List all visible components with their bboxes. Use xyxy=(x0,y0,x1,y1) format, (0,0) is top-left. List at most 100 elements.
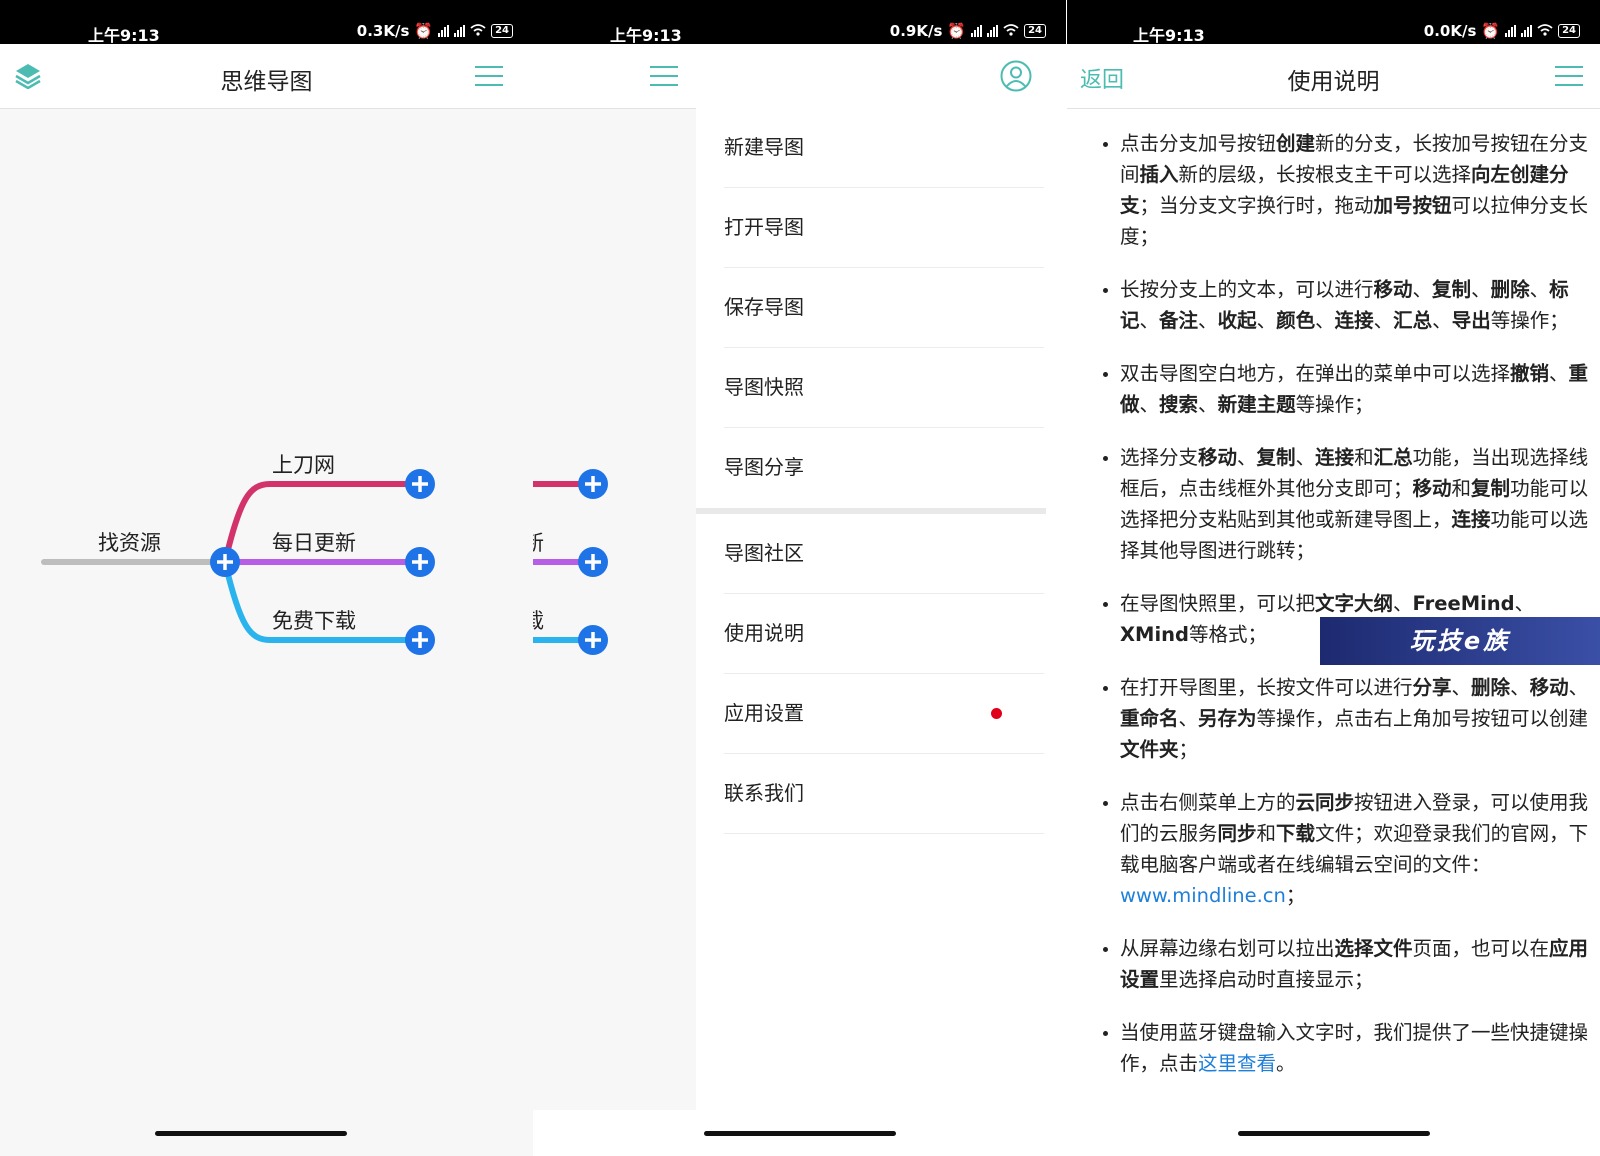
status-time: 上午9:13 xyxy=(88,26,160,45)
instruction-keyword: 移动 xyxy=(1198,446,1238,469)
instruction-keyword: 删除 xyxy=(1471,676,1511,699)
instruction-keyword: 连接 xyxy=(1451,508,1491,531)
menu-icon[interactable] xyxy=(650,66,678,88)
instruction-text: ；当分支文字换行时，拖动 xyxy=(1139,194,1374,217)
instruction-keyword: XMind xyxy=(1120,623,1189,646)
menu-item-settings[interactable]: 应用设置 xyxy=(724,674,1044,754)
peek-label: 载 xyxy=(533,609,544,633)
menu-item-community[interactable]: 导图社区 xyxy=(724,514,1044,594)
gesture-bar xyxy=(1067,1110,1600,1156)
instruction-text: 、 xyxy=(1315,309,1335,332)
instruction-text: 、 xyxy=(1373,309,1394,332)
branch-plus-button-1[interactable] xyxy=(405,469,435,499)
instruction-text: 等操作； xyxy=(1295,393,1374,416)
instruction-text: 。 xyxy=(1276,1052,1296,1075)
instruction-keyword: 创建 xyxy=(1276,132,1316,155)
branch-plus-button-2[interactable] xyxy=(405,547,435,577)
instruction-keyword: 复制 xyxy=(1256,446,1296,469)
branch-node-2[interactable]: 每日更新 xyxy=(272,527,356,557)
signal-icon xyxy=(987,25,999,37)
instruction-text: 和 xyxy=(1354,446,1374,469)
signal-icon xyxy=(1505,25,1517,37)
branch-plus-button-2 xyxy=(578,547,608,577)
status-bar: 上午9:13 0.3K/s ⏰ 24 xyxy=(0,0,533,45)
mindmap-peek xyxy=(533,469,608,655)
instruction-keyword: 选择文件 xyxy=(1334,937,1413,960)
instruction-text: 、 xyxy=(1568,676,1589,699)
instruction-keyword: 新建主题 xyxy=(1217,393,1296,416)
instruction-link[interactable]: 这里查看 xyxy=(1198,1052,1276,1075)
gesture-bar xyxy=(0,1110,533,1156)
wifi-icon xyxy=(470,22,486,40)
instruction-link[interactable]: www.mindline.cn xyxy=(1120,884,1286,907)
signal-icon xyxy=(971,25,983,37)
app-bar: 返回 使用说明 xyxy=(1067,44,1600,109)
app-bar: 思维导图 xyxy=(0,44,533,109)
instruction-keyword: 汇总 xyxy=(1373,446,1413,469)
menu-item-new-map[interactable]: 新建导图 xyxy=(724,108,1044,188)
status-bar: 上午9:13 0.9K/s ⏰ 24 xyxy=(533,0,1066,45)
instructions-content: 点击分支加号按钮创建新的分支，长按加号按钮在分支间插入新的层级，长按根支主干可以… xyxy=(1095,128,1595,1101)
instruction-text: 等格式； xyxy=(1188,623,1267,646)
instruction-keyword: 插入 xyxy=(1139,163,1179,186)
mindmap-canvas[interactable] xyxy=(0,108,533,1108)
notification-dot xyxy=(991,708,1002,719)
instruction-keyword: 撤销 xyxy=(1510,362,1550,385)
instruction-item: 双击导图空白地方，在弹出的菜单中可以选择撤销、重做、搜索、新建主题等操作； xyxy=(1120,358,1595,420)
instruction-item: 长按分支上的文本，可以进行移动、复制、删除、标记、备注、收起、颜色、连接、汇总、… xyxy=(1120,274,1595,336)
instruction-text: 当使用蓝牙键盘输入文字时，我们提供了一些快捷键操作，点击 xyxy=(1120,1021,1589,1075)
instruction-keyword: 重命名 xyxy=(1120,707,1179,730)
instruction-text: 、 xyxy=(1471,278,1491,301)
instruction-text: 和 xyxy=(1451,477,1472,500)
signal-icon xyxy=(454,25,466,37)
instruction-keyword: 收起 xyxy=(1217,309,1257,332)
instruction-keyword: 云同步 xyxy=(1295,791,1355,814)
drawer-screen: 上午9:13 0.9K/s ⏰ 24 新 载 新建导图 打开导图 保存导图 导图… xyxy=(533,0,1066,1156)
instruction-keyword: 备注 xyxy=(1159,309,1199,332)
instruction-text: 在导图快照里，可以把 xyxy=(1120,592,1316,615)
instruction-keyword: 删除 xyxy=(1490,278,1530,301)
menu-item-contact[interactable]: 联系我们 xyxy=(724,754,1044,834)
menu-icon[interactable] xyxy=(475,66,503,88)
page-title: 使用说明 xyxy=(1287,69,1380,95)
root-plus-button[interactable] xyxy=(210,547,240,577)
menu-item-open-map[interactable]: 打开导图 xyxy=(724,188,1044,268)
mindmap-screen: 上午9:13 0.3K/s ⏰ 24 思维导图 找资源 上刀网 每日更新 免费下… xyxy=(0,0,533,1156)
instruction-text: 选择分支 xyxy=(1120,446,1199,469)
menu-item-share[interactable]: 导图分享 xyxy=(724,428,1044,507)
menu-item-label: 应用设置 xyxy=(724,701,804,725)
net-speed: 0.0K/s xyxy=(1423,22,1477,40)
instructions-list: 点击分支加号按钮创建新的分支，长按加号按钮在分支间插入新的层级，长按根支主干可以… xyxy=(1095,128,1595,1079)
instruction-text: 、 xyxy=(1237,446,1257,469)
instruction-keyword: 同步 xyxy=(1217,822,1257,845)
status-bar: 上午9:13 0.0K/s ⏰ 24 xyxy=(1067,0,1600,45)
instruction-text: 、 xyxy=(1412,278,1433,301)
signal-icon xyxy=(1521,25,1533,37)
app-bar xyxy=(533,44,1066,109)
menu-item-instructions[interactable]: 使用说明 xyxy=(724,594,1044,674)
instruction-text: 点击右侧菜单上方的 xyxy=(1120,791,1296,814)
instruction-keyword: 连接 xyxy=(1315,446,1355,469)
alarm-icon: ⏰ xyxy=(947,22,967,40)
branch-node-1[interactable]: 上刀网 xyxy=(272,449,335,479)
root-node[interactable]: 找资源 xyxy=(98,527,161,557)
instruction-text: 长按分支上的文本，可以进行 xyxy=(1120,278,1374,301)
alarm-icon: ⏰ xyxy=(414,22,434,40)
peek-label: 新 xyxy=(533,531,544,555)
menu-item-save-map[interactable]: 保存导图 xyxy=(724,268,1044,348)
instruction-text: 、 xyxy=(1393,592,1413,615)
menu-icon[interactable] xyxy=(1555,66,1583,88)
instruction-keyword: 移动 xyxy=(1373,278,1413,301)
instruction-text: 、 xyxy=(1510,676,1530,699)
branch-plus-button-3[interactable] xyxy=(405,625,435,655)
branch-node-3[interactable]: 免费下载 xyxy=(272,605,356,635)
menu-item-snapshot[interactable]: 导图快照 xyxy=(724,348,1044,428)
instruction-keyword: 搜索 xyxy=(1159,393,1199,416)
instruction-text: 、 xyxy=(1295,446,1316,469)
user-icon[interactable] xyxy=(1000,60,1032,96)
status-time: 上午9:13 xyxy=(610,26,682,45)
gesture-bar xyxy=(533,1110,1066,1156)
branch-plus-button-1 xyxy=(578,469,608,499)
instruction-text: 、 xyxy=(1529,278,1550,301)
instruction-keyword: 分享 xyxy=(1412,676,1452,699)
